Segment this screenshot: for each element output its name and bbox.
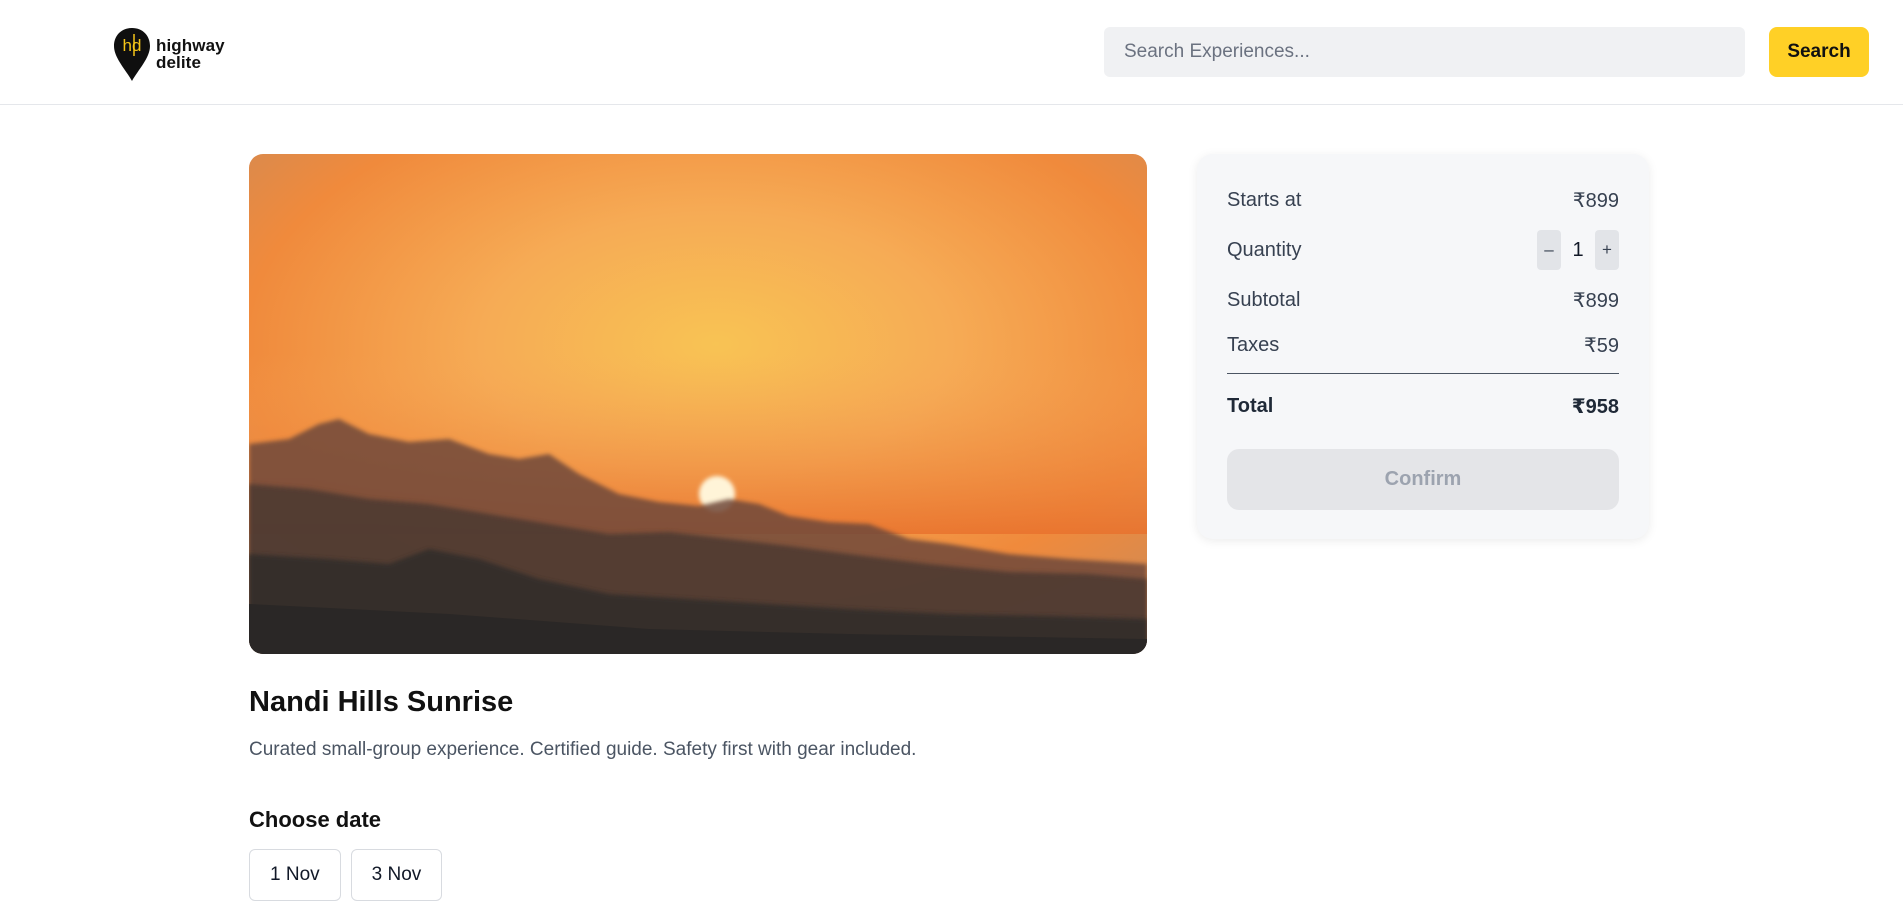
- date-option-3-nov[interactable]: 3 Nov: [350, 849, 443, 901]
- taxes-row: Taxes ₹59: [1227, 333, 1619, 358]
- subtotal-row: Subtotal ₹899: [1227, 288, 1619, 313]
- date-options: 1 Nov 3 Nov: [249, 849, 443, 901]
- logo-line-2: delite: [156, 53, 202, 72]
- plus-icon[interactable]: +: [1595, 230, 1619, 270]
- subtotal-label: Subtotal: [1227, 289, 1301, 311]
- experience-description: Curated small-group experience. Certifie…: [249, 739, 917, 760]
- total-value: ₹958: [1571, 396, 1619, 418]
- logo-line-1: highway: [156, 36, 225, 55]
- quantity-value: 1: [1572, 238, 1584, 261]
- total-row: Total ₹958: [1227, 394, 1619, 419]
- total-label: Total: [1227, 395, 1274, 417]
- experience-hero-image: [249, 154, 1147, 654]
- taxes-label: Taxes: [1227, 334, 1280, 356]
- experience-title: Nandi Hills Sunrise: [249, 686, 514, 718]
- logo-wordmark: highway delite: [156, 37, 225, 71]
- quantity-label: Quantity: [1227, 238, 1302, 261]
- starts-at-label: Starts at: [1227, 189, 1302, 211]
- search-button[interactable]: Search: [1769, 27, 1869, 77]
- date-option-1-nov[interactable]: 1 Nov: [249, 849, 341, 901]
- logo-mark: hd: [123, 36, 142, 55]
- subtotal-value: ₹899: [1572, 290, 1619, 312]
- starts-at-value: ₹899: [1572, 190, 1619, 212]
- top-header: hd highway delite Search: [0, 0, 1903, 105]
- confirm-button[interactable]: Confirm: [1227, 449, 1619, 510]
- choose-date-heading: Choose date: [249, 807, 382, 832]
- map-pin-logo-icon: hd: [112, 26, 152, 82]
- minus-icon[interactable]: –: [1537, 230, 1561, 270]
- sunrise-over-hills-photo: [249, 154, 1147, 654]
- booking-summary-card: Starts at ₹899 Quantity – 1 + Subtotal ₹…: [1197, 154, 1649, 539]
- highway-delite-logo[interactable]: hd highway delite: [112, 26, 225, 82]
- search-input[interactable]: [1104, 27, 1745, 77]
- summary-divider: [1227, 373, 1619, 374]
- taxes-value: ₹59: [1584, 335, 1619, 357]
- starts-at-row: Starts at ₹899: [1227, 188, 1619, 213]
- quantity-row: Quantity – 1 +: [1227, 230, 1619, 270]
- quantity-stepper: – 1 +: [1537, 230, 1619, 270]
